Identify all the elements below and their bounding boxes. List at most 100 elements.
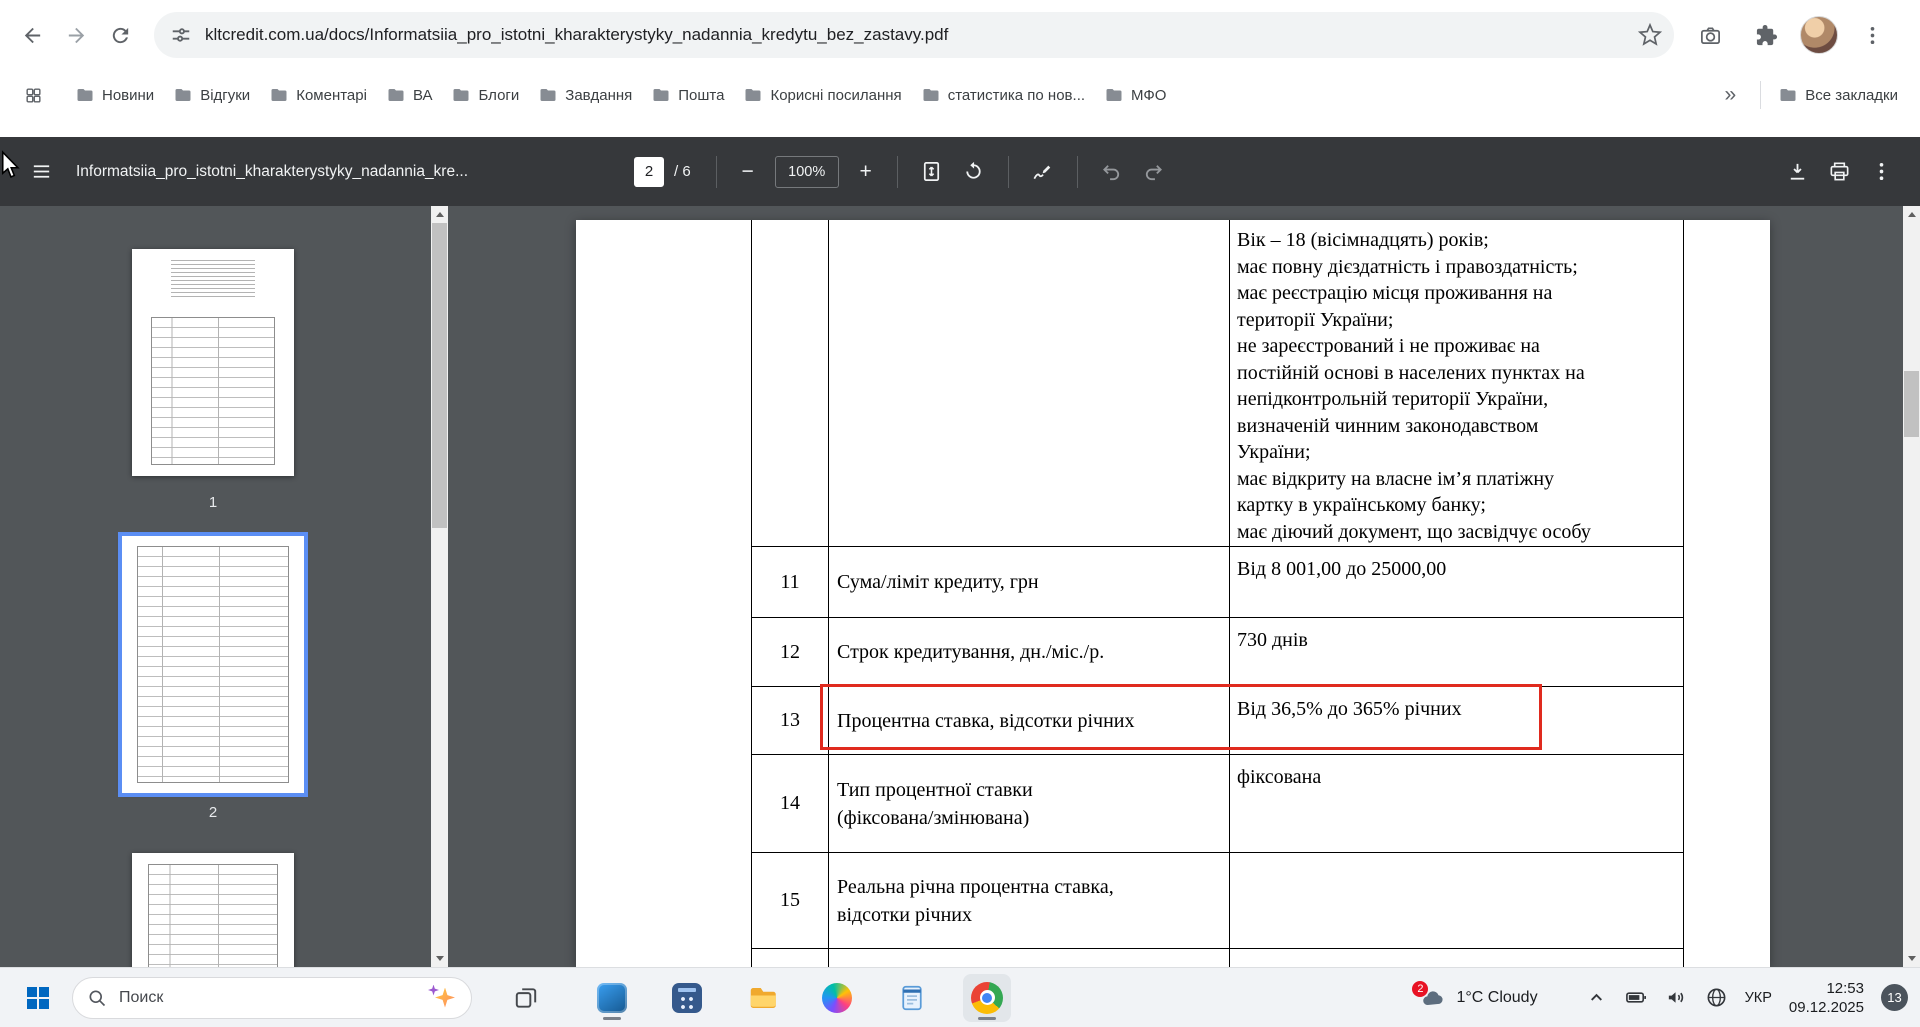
scroll-up-button[interactable] <box>431 206 448 223</box>
rotate-button[interactable] <box>953 151 995 193</box>
zoom-level-box[interactable]: 100% <box>775 156 839 188</box>
taskbar-app-blue[interactable] <box>588 974 636 1022</box>
taskbar-app-notepad[interactable] <box>888 974 936 1022</box>
taskbar-app-calculator[interactable] <box>663 974 711 1022</box>
pdf-sidebar-menu-button[interactable] <box>20 151 62 193</box>
folder-explorer-icon <box>747 983 777 1013</box>
site-settings-icon[interactable] <box>170 24 192 46</box>
folder-icon <box>1779 86 1797 104</box>
folder-icon <box>1105 86 1123 104</box>
bookmark-label: ВА <box>413 87 433 104</box>
search-highlights-icon[interactable] <box>427 985 457 1011</box>
bookmark-novyny[interactable]: Новини <box>66 80 164 110</box>
browser-toolbar <box>0 0 1920 70</box>
bookmark-label: Пошта <box>678 87 724 104</box>
taskbar-app-chrome-active[interactable] <box>963 974 1011 1022</box>
bookmark-label: Коментарі <box>296 87 367 104</box>
start-button[interactable] <box>14 974 62 1022</box>
folder-icon <box>174 86 192 104</box>
language-indicator[interactable]: УКР <box>1745 990 1772 1006</box>
back-button[interactable] <box>10 13 54 57</box>
hidden-icons-chevron[interactable] <box>1585 986 1608 1009</box>
bookmark-va[interactable]: ВА <box>377 80 443 110</box>
page-number-input[interactable]: 2 <box>634 157 664 187</box>
scrollbar-thumb[interactable] <box>432 223 447 528</box>
sparkle-icon <box>428 985 439 996</box>
chrome-icon <box>971 982 1003 1014</box>
scroll-down-button[interactable] <box>431 950 448 967</box>
weather-widget[interactable]: 2 1°C Cloudy <box>1419 986 1537 1010</box>
main-scrollbar[interactable] <box>1903 206 1920 967</box>
row-value-cell: фіксована <box>1230 755 1684 852</box>
bookmark-mfo[interactable]: МФО <box>1095 80 1176 110</box>
puzzle-icon <box>1755 24 1778 47</box>
annotate-button[interactable] <box>1022 151 1064 193</box>
fit-to-page-button[interactable] <box>911 151 953 193</box>
omnibox[interactable] <box>154 12 1674 58</box>
taskbar-app-file-explorer[interactable] <box>738 974 786 1022</box>
bookmark-label: Завдання <box>565 87 632 104</box>
taskbar-app-copilot[interactable] <box>813 974 861 1022</box>
download-button[interactable] <box>1776 151 1818 193</box>
bookmark-vidhuky[interactable]: Відгуки <box>164 80 260 110</box>
taskbar-apps <box>588 974 1011 1022</box>
print-button[interactable] <box>1818 151 1860 193</box>
scroll-up-button[interactable] <box>1903 206 1920 223</box>
apps-grid-button[interactable] <box>16 78 50 112</box>
system-tray: 2 1°C Cloudy УКР 12:53 09.12.2025 13 <box>1419 979 1908 1017</box>
thumbnail-page-2-selected[interactable] <box>122 536 304 793</box>
profile-avatar[interactable] <box>1800 16 1838 54</box>
weather-text: 1°C Cloudy <box>1456 989 1537 1007</box>
reload-button[interactable] <box>98 13 142 57</box>
taskbar-search[interactable]: Поиск <box>72 977 472 1019</box>
task-view-button[interactable] <box>502 974 550 1022</box>
rotate-icon <box>962 160 985 183</box>
zoom-in-button[interactable]: + <box>848 154 884 190</box>
clock-time: 12:53 <box>1789 979 1864 998</box>
scroll-down-button[interactable] <box>1903 950 1920 967</box>
network-globe-icon[interactable] <box>1705 986 1728 1009</box>
redo-button[interactable] <box>1133 151 1175 193</box>
thumbnail-page-1[interactable] <box>132 249 294 476</box>
thumbnail-label-1: 1 <box>132 494 294 511</box>
notification-count-badge[interactable]: 13 <box>1881 984 1908 1011</box>
bookmark-label: статистика по нов... <box>948 87 1085 104</box>
taskbar-clock[interactable]: 12:53 09.12.2025 <box>1789 979 1864 1017</box>
url-input[interactable] <box>205 25 1638 45</box>
zoom-out-button[interactable]: − <box>730 154 766 190</box>
bookmark-statystyka[interactable]: статистика по нов... <box>912 80 1095 110</box>
thumbnail-page-3[interactable] <box>132 853 294 967</box>
camera-capture-button[interactable] <box>1688 13 1732 57</box>
row-number-cell: 12 <box>752 618 829 686</box>
bookmark-star-icon[interactable] <box>1638 23 1662 47</box>
pdf-more-menu-button[interactable] <box>1860 151 1902 193</box>
bookmark-zavdannia[interactable]: Завдання <box>529 80 642 110</box>
running-indicator <box>603 1017 621 1020</box>
toolbar-separator <box>716 156 717 188</box>
bookmarks-bar: Новини Відгуки Коментарі ВА Блоги Завдан… <box>0 70 1920 137</box>
bookmark-korysni-posylannia[interactable]: Корисні посилання <box>734 80 911 110</box>
pen-draw-icon <box>1031 160 1054 183</box>
row-value-cell <box>1230 853 1684 948</box>
up-arrow-icon <box>436 212 444 217</box>
bookmark-poshta[interactable]: Пошта <box>642 80 734 110</box>
all-bookmarks-button[interactable]: Все закладки <box>1769 80 1908 110</box>
scrollbar-thumb[interactable] <box>1904 371 1919 437</box>
weather-badge: 2 <box>1412 981 1428 997</box>
search-label: Поиск <box>119 989 163 1007</box>
bookmark-label: Корисні посилання <box>770 87 901 104</box>
bookmark-komentari[interactable]: Коментарі <box>260 80 377 110</box>
bookmark-blohy[interactable]: Блоги <box>442 80 529 110</box>
undo-button[interactable] <box>1091 151 1133 193</box>
up-arrow-icon <box>1908 212 1916 217</box>
forward-button[interactable] <box>54 13 98 57</box>
extensions-button[interactable] <box>1744 13 1788 57</box>
print-icon <box>1828 160 1851 183</box>
browser-menu-button[interactable] <box>1850 13 1894 57</box>
row-value-cell <box>1230 949 1684 967</box>
bookmark-label: Відгуки <box>200 87 250 104</box>
volume-icon[interactable] <box>1665 986 1688 1009</box>
bookmarks-overflow-button[interactable]: » <box>1709 83 1753 107</box>
battery-icon[interactable] <box>1625 986 1648 1009</box>
thumbnail-scrollbar[interactable] <box>431 206 448 967</box>
